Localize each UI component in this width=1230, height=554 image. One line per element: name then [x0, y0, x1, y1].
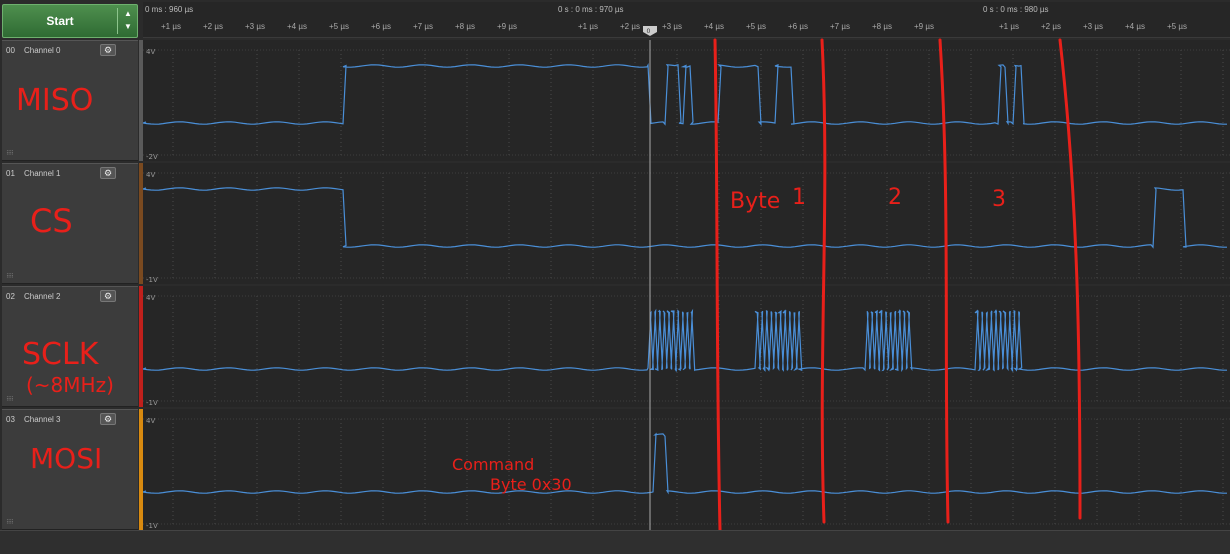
lane-bg	[143, 163, 1230, 284]
time-tick-label: +9 µs	[914, 22, 934, 31]
start-divider	[117, 8, 118, 34]
time-tick-label: +6 µs	[788, 22, 808, 31]
lane-0: 4V -2V	[143, 40, 1230, 161]
time-tick-label: +6 µs	[371, 22, 391, 31]
time-tick-label: +1 µs	[999, 22, 1019, 31]
time-ref-1: 0 ms : 960 µs	[145, 5, 194, 14]
time-tick-label: +3 µs	[1083, 22, 1103, 31]
time-tick-label: +3 µs	[662, 22, 682, 31]
time-tick-label: +5 µs	[746, 22, 766, 31]
time-tick-label: +2 µs	[1041, 22, 1061, 31]
lane-bg	[143, 409, 1230, 530]
drag-handle-icon[interactable]: ⠿⠿	[6, 396, 14, 403]
time-tick-label: +5 µs	[1167, 22, 1187, 31]
time-tick-label: +4 µs	[287, 22, 307, 31]
gear-icon[interactable]: ⚙	[100, 167, 116, 179]
channel-number: 02	[6, 292, 15, 301]
channel-2-panel[interactable]: 02 Channel 2 ⚙ ⠿⠿	[2, 286, 138, 407]
svg-text:0: 0	[647, 28, 651, 35]
drag-handle-icon[interactable]: ⠿⠿	[6, 150, 14, 157]
time-tick-label: +4 µs	[1125, 22, 1145, 31]
channel-name[interactable]: Channel 3	[24, 415, 60, 424]
channel-number: 01	[6, 169, 15, 178]
channel-3-panel[interactable]: 03 Channel 3 ⚙ ⠿⠿	[2, 409, 138, 530]
lane-bottom-label: -1V	[146, 522, 158, 530]
cursor-marker-icon[interactable]: 0	[643, 26, 657, 36]
gear-icon[interactable]: ⚙	[100, 290, 116, 302]
channel-name[interactable]: Channel 2	[24, 292, 60, 301]
channel-number: 03	[6, 415, 15, 424]
time-tick-label: +9 µs	[497, 22, 517, 31]
time-ruler[interactable]: 0 ms : 960 µs 0 s : 0 ms : 970 µs 0 s : …	[143, 2, 1230, 38]
time-tick-label: +3 µs	[245, 22, 265, 31]
chevron-down-icon[interactable]: ▼	[121, 22, 135, 32]
lane-bottom-label: -1V	[146, 276, 158, 284]
lane-bottom-label: -2V	[146, 153, 158, 161]
time-tick-label: +2 µs	[620, 22, 640, 31]
time-tick-label: +7 µs	[830, 22, 850, 31]
time-ref-3: 0 s : 0 ms : 980 µs	[983, 5, 1049, 14]
chevron-up-icon[interactable]: ▲	[121, 9, 135, 19]
lane-top-label: 4V	[146, 294, 155, 302]
channel-1-panel[interactable]: 01 Channel 1 ⚙ ⠿⠿	[2, 163, 138, 284]
lane-top-label: 4V	[146, 48, 155, 56]
time-tick-label: +2 µs	[203, 22, 223, 31]
lane-top-label: 4V	[146, 171, 155, 179]
time-tick-label: +4 µs	[704, 22, 724, 31]
time-tick-label: +5 µs	[329, 22, 349, 31]
lane-bg	[143, 40, 1230, 161]
gear-icon[interactable]: ⚙	[100, 44, 116, 56]
start-button[interactable]: Start ▲ ▼	[2, 4, 138, 38]
lane-top-label: 4V	[146, 417, 155, 425]
drag-handle-icon[interactable]: ⠿⠿	[6, 273, 14, 280]
waveform-area[interactable]: 4V -2V 4V -1V 4V -1V 4V -1V	[143, 40, 1230, 530]
channel-name[interactable]: Channel 1	[24, 169, 60, 178]
status-footer	[0, 530, 1230, 554]
lane-bottom-label: -1V	[146, 399, 158, 407]
lane-1: 4V -1V	[143, 163, 1230, 284]
lane-3: 4V -1V	[143, 409, 1230, 530]
time-tick-label: +7 µs	[413, 22, 433, 31]
channel-0-panel[interactable]: 00 Channel 0 ⚙ ⠿⠿	[2, 40, 138, 161]
time-tick-label: +1 µs	[161, 22, 181, 31]
start-label: Start	[46, 14, 74, 28]
time-tick-label: +1 µs	[578, 22, 598, 31]
channel-name[interactable]: Channel 0	[24, 46, 60, 55]
time-tick-label: +8 µs	[872, 22, 892, 31]
time-tick-label: +8 µs	[455, 22, 475, 31]
drag-handle-icon[interactable]: ⠿⠿	[6, 519, 14, 526]
channel-number: 00	[6, 46, 15, 55]
time-ref-2: 0 s : 0 ms : 970 µs	[558, 5, 624, 14]
gear-icon[interactable]: ⚙	[100, 413, 116, 425]
